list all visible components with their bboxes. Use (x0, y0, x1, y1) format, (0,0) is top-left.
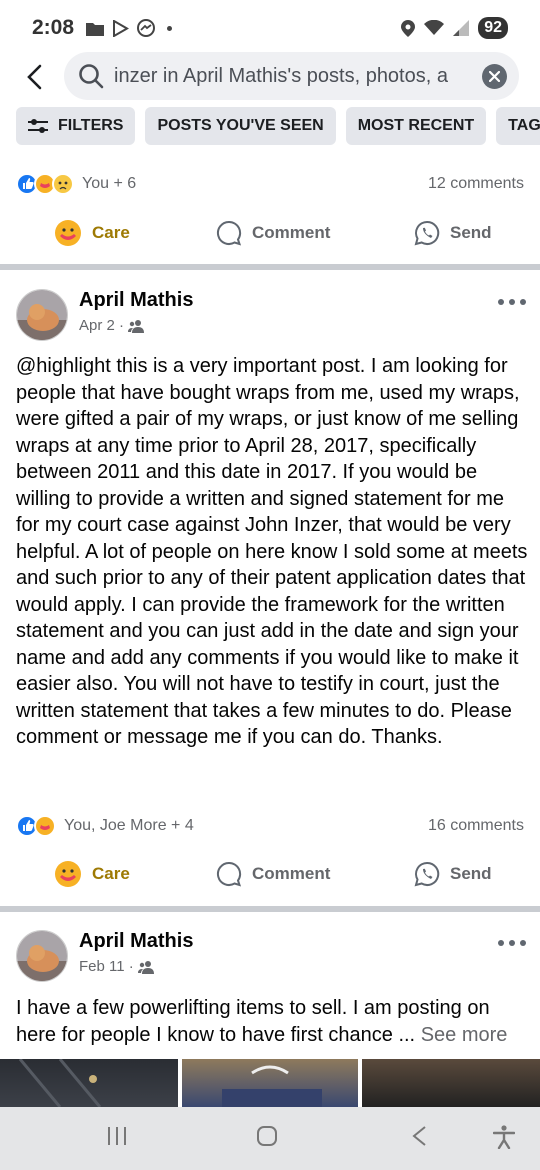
comment-button[interactable]: Comment (216, 861, 330, 887)
comment-label: Comment (252, 223, 331, 242)
more-options-button[interactable] (498, 936, 526, 950)
whatsapp-icon (414, 220, 440, 246)
comment-icon (217, 220, 242, 246)
accessibility-button[interactable] (492, 1125, 516, 1154)
post-text-content: I have a few powerlifting items to sell.… (16, 997, 490, 1046)
more-options-button[interactable] (498, 295, 526, 309)
search-input[interactable]: inzer in April Mathis's posts, photos, a (64, 52, 519, 100)
recent-apps-icon (108, 1127, 126, 1145)
accessibility-icon (492, 1125, 516, 1150)
care-emoji-icon (55, 220, 81, 246)
post-header: April Mathis Feb 11 · (16, 930, 526, 986)
battery-indicator: 92 (478, 17, 508, 39)
clock: 2:08 (32, 16, 75, 39)
posts-seen-chip[interactable]: POSTS YOU'VE SEEN (145, 107, 336, 145)
friends-icon (128, 319, 145, 333)
reaction-summary[interactable]: You, Joe More + 4 16 comments (16, 811, 524, 841)
post-actions: Care Comment Send (0, 208, 540, 258)
tagged-chip[interactable]: TAGGED L (496, 107, 540, 145)
filter-chips: FILTERS POSTS YOU'VE SEEN MOST RECENT TA… (16, 107, 540, 145)
recent-apps-button[interactable] (106, 1125, 128, 1152)
care-emoji-icon (55, 861, 81, 887)
care-button[interactable]: Care (54, 219, 130, 247)
reactors-text: You, Joe More + 4 (64, 817, 194, 834)
post-header: April Mathis Apr 2 · (16, 289, 526, 345)
back-arrow-icon (27, 64, 42, 90)
photo-thumbnail[interactable] (182, 1059, 358, 1107)
folder-icon (86, 22, 105, 36)
filters-chip[interactable]: FILTERS (16, 107, 136, 145)
messenger-icon (137, 19, 156, 37)
post-divider (0, 906, 540, 912)
post-photos (0, 1059, 540, 1107)
back-nav-icon (412, 1126, 426, 1146)
send-label: Send (450, 864, 492, 883)
care-reaction-icon (34, 815, 56, 837)
back-nav-button[interactable] (411, 1125, 427, 1152)
comment-count[interactable]: 16 comments (428, 817, 524, 835)
status-bar: 2:08 92 (0, 0, 540, 56)
back-button[interactable] (14, 57, 54, 97)
reactors-text: You + 6 (82, 175, 137, 192)
post-meta: Apr 2 · (79, 317, 145, 334)
post-date[interactable]: Apr 2 · (79, 317, 124, 334)
post-author[interactable]: April Mathis (79, 289, 193, 312)
care-label: Care (92, 223, 130, 242)
post-actions: Care Comment Send (0, 849, 540, 899)
reaction-summary[interactable]: You + 6 12 comments (16, 169, 524, 199)
care-label: Care (92, 864, 130, 883)
dot-icon (167, 25, 173, 31)
search-query: inzer in April Mathis's posts, photos, a (114, 64, 448, 87)
avatar[interactable] (16, 289, 68, 341)
comment-button[interactable]: Comment (216, 220, 330, 246)
avatar[interactable] (16, 930, 68, 982)
comment-icon (217, 861, 242, 887)
close-icon (489, 71, 500, 82)
search-row: inzer in April Mathis's posts, photos, a (0, 52, 540, 102)
send-button[interactable]: Send (414, 861, 492, 887)
photo-thumbnail[interactable] (362, 1059, 540, 1107)
most-recent-chip[interactable]: MOST RECENT (345, 107, 487, 145)
sliders-icon (28, 119, 48, 133)
clear-search-button[interactable] (482, 64, 507, 89)
post-author[interactable]: April Mathis (79, 930, 193, 953)
friends-icon (137, 960, 154, 974)
filters-chip-label: FILTERS (58, 117, 124, 134)
home-button[interactable] (256, 1125, 278, 1152)
sad-reaction-icon (52, 173, 74, 195)
whatsapp-icon (414, 861, 440, 887)
search-icon (79, 64, 104, 89)
home-icon (257, 1126, 277, 1146)
post-date[interactable]: Feb 11 · (79, 958, 134, 975)
play-store-icon (113, 19, 130, 37)
care-button[interactable]: Care (54, 860, 130, 888)
post-text: I have a few powerlifting items to sell.… (16, 995, 528, 1048)
comment-label: Comment (252, 864, 331, 883)
photo-thumbnail[interactable] (0, 1059, 178, 1107)
location-icon (401, 19, 416, 37)
system-nav-bar (0, 1107, 540, 1170)
post-meta: Feb 11 · (79, 958, 154, 975)
wifi-icon (424, 20, 445, 35)
send-button[interactable]: Send (414, 220, 492, 246)
comment-count[interactable]: 12 comments (428, 175, 524, 193)
post-text: @highlight this is a very important post… (16, 355, 528, 748)
post-divider (0, 264, 540, 270)
see-more-link[interactable]: See more (421, 1024, 508, 1046)
send-label: Send (450, 223, 492, 242)
signal-icon (453, 20, 470, 36)
